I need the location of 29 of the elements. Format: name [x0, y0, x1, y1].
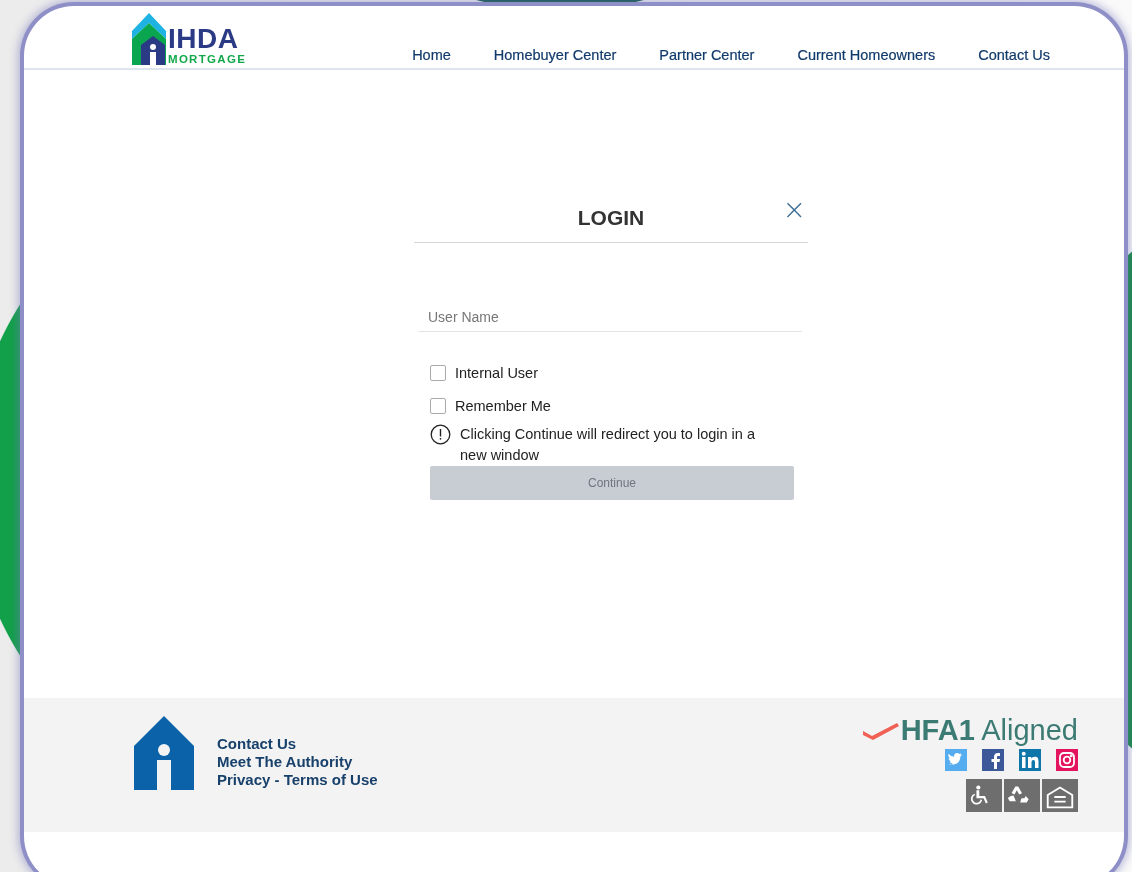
house-logo-icon [134, 716, 194, 790]
checkbox[interactable] [430, 397, 446, 414]
logo-name: IHDA [168, 24, 240, 53]
close-button[interactable]: × [780, 196, 808, 224]
recycling-icon [1004, 779, 1040, 812]
login-title: LOGIN [577, 206, 645, 230]
footer-link[interactable]: Meet The Authority [217, 753, 378, 771]
instagram-icon[interactable] [1056, 749, 1078, 771]
nav-link[interactable]: Homebuyer Center [493, 47, 617, 63]
logo-tagline: MORTGAGE [168, 53, 247, 65]
info-icon [430, 424, 451, 445]
footer-link[interactable]: Privacy - Terms of Use [217, 771, 378, 789]
footer-link[interactable]: Contact Us [217, 735, 378, 753]
checkbox-label: Internal User [455, 364, 538, 381]
accessibility-icon [966, 779, 1002, 812]
house-logo-icon [132, 13, 166, 65]
facebook-icon[interactable] [982, 749, 1004, 771]
nav-link[interactable]: Contact Us [978, 47, 1050, 63]
checkbox-label: Remember Me [455, 397, 551, 414]
check-icon [862, 721, 899, 740]
nav-link[interactable]: Current Homeowners [797, 47, 936, 63]
redirect-notice: Clicking Continue will redirect you to login in a new window [460, 425, 756, 465]
twitter-icon[interactable] [945, 749, 967, 771]
equal-housing-icon [1042, 779, 1078, 812]
checkbox[interactable] [430, 364, 446, 381]
nav-link[interactable]: Home [412, 47, 451, 63]
linkedin-icon[interactable] [1019, 749, 1041, 771]
hfa1-aligned-label: HFA1 Aligned [900, 716, 1078, 745]
nav-link[interactable]: Partner Center [659, 47, 755, 63]
